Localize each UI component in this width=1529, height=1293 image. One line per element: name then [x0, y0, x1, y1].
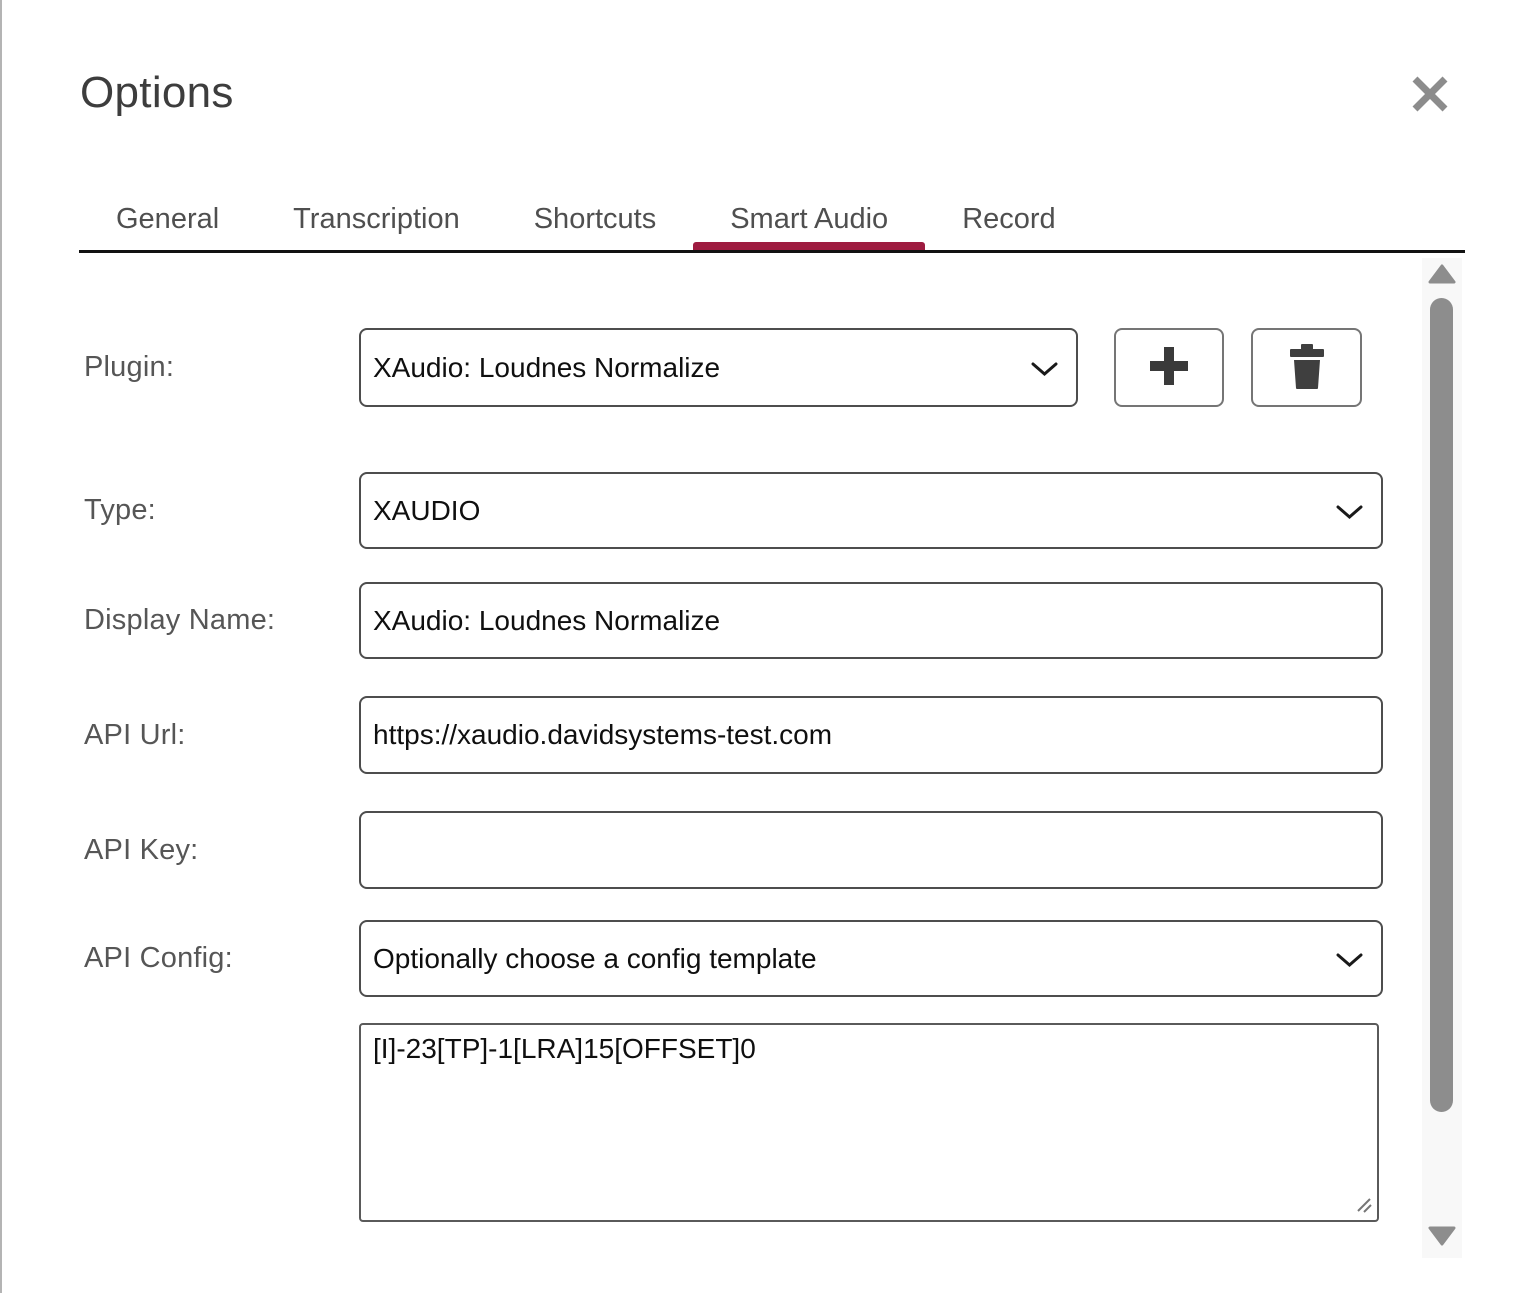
- options-dialog: Options General Transcription Shortcuts …: [0, 0, 1529, 1293]
- display-name-label: Display Name:: [84, 604, 359, 637]
- api-config-select[interactable]: Optionally choose a config template: [359, 920, 1383, 997]
- api-config-row: API Config: Optionally choose a config t…: [84, 920, 1383, 997]
- display-name-input[interactable]: [359, 582, 1383, 659]
- tab-transcription[interactable]: Transcription: [256, 193, 497, 250]
- tab-shortcuts[interactable]: Shortcuts: [497, 193, 694, 250]
- scrollbar-thumb[interactable]: [1430, 298, 1453, 1112]
- api-url-label: API Url:: [84, 719, 359, 752]
- tab-general[interactable]: General: [79, 193, 256, 250]
- tab-bar: General Transcription Shortcuts Smart Au…: [79, 193, 1465, 253]
- type-label: Type:: [84, 494, 359, 527]
- type-row: Type: XAUDIO: [84, 472, 1383, 549]
- delete-plugin-button[interactable]: [1251, 328, 1362, 407]
- api-key-row: API Key:: [84, 811, 1383, 889]
- plugin-label: Plugin:: [84, 351, 359, 384]
- vertical-scrollbar[interactable]: [1422, 258, 1462, 1258]
- add-plugin-button[interactable]: [1114, 328, 1224, 407]
- type-select[interactable]: XAUDIO: [359, 472, 1383, 549]
- close-button[interactable]: [1404, 69, 1456, 121]
- display-name-row: Display Name:: [84, 582, 1383, 659]
- type-select-value: XAUDIO: [373, 495, 480, 527]
- api-config-label: API Config:: [84, 942, 359, 975]
- api-key-input[interactable]: [359, 811, 1383, 889]
- plus-icon: [1145, 342, 1193, 393]
- api-url-input[interactable]: [359, 696, 1383, 774]
- chevron-down-icon: [1031, 352, 1058, 384]
- api-url-row: API Url:: [84, 696, 1383, 774]
- close-icon: [1407, 71, 1453, 120]
- plugin-select[interactable]: XAudio: Loudnes Normalize: [359, 328, 1078, 407]
- chevron-down-icon: [1336, 943, 1363, 975]
- dialog-title: Options: [80, 68, 234, 118]
- scroll-down-arrow-icon[interactable]: [1428, 1226, 1456, 1246]
- plugin-select-value: XAudio: Loudnes Normalize: [373, 352, 720, 384]
- scroll-up-arrow-icon[interactable]: [1428, 264, 1456, 284]
- api-config-textarea[interactable]: [I]-23[TP]-1[LRA]15[OFFSET]0: [359, 1023, 1379, 1222]
- tab-smart-audio[interactable]: Smart Audio: [693, 193, 925, 250]
- api-key-label: API Key:: [84, 834, 359, 867]
- chevron-down-icon: [1336, 495, 1363, 527]
- plugin-row: Plugin: XAudio: Loudnes Normalize: [84, 328, 1362, 407]
- api-config-select-value: Optionally choose a config template: [373, 943, 817, 975]
- trash-icon: [1285, 342, 1329, 393]
- tab-record[interactable]: Record: [925, 193, 1093, 250]
